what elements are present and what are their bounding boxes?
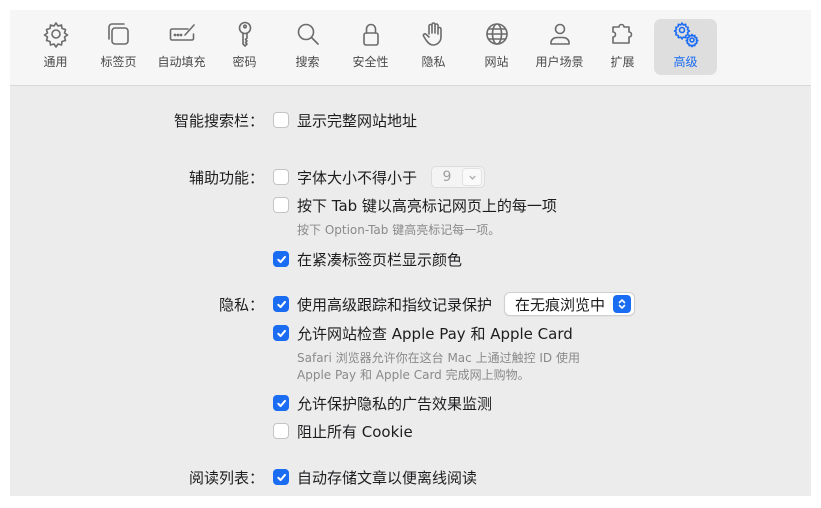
tab-advanced-label: 高级 (673, 55, 698, 69)
tab-passwords-label: 密码 (232, 55, 257, 69)
block-cookies-option[interactable]: 阻止所有 Cookie (273, 420, 413, 442)
preferences-toolbar: 通用 标签页 自动填充 密码 搜索 安全性 隐私 网站 用户场景 扩展 高级 (10, 10, 811, 86)
tab-autofill-label: 自动填充 (157, 55, 206, 69)
checkmark-icon (276, 399, 286, 407)
tab-tabs-label: 标签页 (100, 55, 137, 69)
show-full-address-option[interactable]: 显示完整网站地址 (273, 109, 417, 131)
advanced-tracking-label: 使用高级跟踪和指纹记录保护 (297, 295, 493, 314)
advanced-tracking-option[interactable]: 使用高级跟踪和指纹记录保护 在无痕浏览中 (273, 292, 636, 316)
save-offline-option[interactable]: 自动存储文章以便离线阅读 (273, 466, 477, 488)
tab-profiles[interactable]: 用户场景 (528, 19, 591, 75)
compact-color-option[interactable]: 在紧凑标签页栏显示颜色 (273, 248, 462, 270)
person-icon (544, 19, 576, 49)
tab-highlight-option[interactable]: 按下 Tab 键以高亮标记网页上的每一项 (273, 194, 557, 216)
checkmark-icon (276, 255, 286, 263)
apple-pay-note-line-2: Apple Pay 和 Apple Card 完成网上购物。 (297, 368, 530, 382)
tab-advanced[interactable]: 高级 (654, 19, 717, 75)
apple-pay-note-line-1: Safari 浏览器允许你在这台 Mac 上通过触控 ID 使用 (297, 351, 580, 365)
save-offline-checkbox[interactable] (273, 469, 289, 485)
ad-measurement-option[interactable]: 允许保护隐私的广告效果监测 (273, 392, 492, 414)
tab-profiles-label: 用户场景 (535, 55, 584, 69)
chevron-down-icon (462, 168, 483, 186)
min-font-label: 字体大小不得小于 (297, 168, 418, 187)
accessibility-label: 辅助功能： (188, 169, 264, 187)
compact-color-checkbox[interactable] (273, 251, 289, 267)
show-full-address-label: 显示完整网站地址 (297, 111, 418, 130)
tab-search[interactable]: 搜索 (276, 19, 339, 75)
block-cookies-label: 阻止所有 Cookie (297, 422, 413, 441)
apple-pay-option[interactable]: 允许网站检查 Apple Pay 和 Apple Card (273, 322, 573, 344)
updown-chevron-icon (613, 295, 632, 313)
show-full-address-checkbox[interactable] (273, 112, 289, 128)
tab-highlight-label: 按下 Tab 键以高亮标记网页上的每一项 (297, 196, 557, 215)
gears-icon (670, 19, 702, 49)
min-font-checkbox[interactable] (273, 169, 289, 185)
tab-privacy-label: 隐私 (421, 55, 446, 69)
advanced-tracking-checkbox[interactable] (273, 296, 289, 312)
apple-pay-checkbox[interactable] (273, 325, 289, 341)
min-font-option[interactable]: 字体大小不得小于 9 (273, 166, 486, 188)
tab-search-label: 搜索 (295, 55, 320, 69)
checkmark-icon (276, 473, 286, 481)
preferences-window: 通用 标签页 自动填充 密码 搜索 安全性 隐私 网站 用户场景 扩展 高级 智… (10, 10, 811, 496)
apple-pay-label: 允许网站检查 Apple Pay 和 Apple Card (297, 324, 573, 343)
checkmark-icon (276, 329, 286, 337)
search-icon (292, 19, 324, 49)
min-font-size-value: 9 (442, 169, 452, 185)
tracking-mode-value: 在无痕浏览中 (515, 295, 606, 314)
tab-websites[interactable]: 网站 (465, 19, 528, 75)
autofill-icon (166, 19, 198, 49)
lock-icon (355, 19, 387, 49)
block-cookies-checkbox[interactable] (273, 423, 289, 439)
smart-search-label: 智能搜索栏： (173, 112, 264, 130)
ad-measurement-checkbox[interactable] (273, 395, 289, 411)
tab-extensions[interactable]: 扩展 (591, 19, 654, 75)
tab-security-label: 安全性 (352, 55, 389, 69)
puzzle-icon (607, 19, 639, 49)
tracking-mode-popup[interactable]: 在无痕浏览中 (504, 292, 636, 316)
globe-icon (481, 19, 513, 49)
tab-extensions-label: 扩展 (610, 55, 635, 69)
min-font-size-select[interactable]: 9 (431, 166, 486, 188)
tab-autofill[interactable]: 自动填充 (150, 19, 213, 75)
tab-general-label: 通用 (43, 55, 68, 69)
advanced-settings-pane: 智能搜索栏： 显示完整网站地址 辅助功能： 字体大小不得小于 9 按下 Tab … (10, 87, 811, 496)
privacy-label: 隐私： (218, 296, 264, 314)
ad-measurement-label: 允许保护隐私的广告效果监测 (297, 394, 493, 413)
tab-privacy[interactable]: 隐私 (402, 19, 465, 75)
compact-color-label: 在紧凑标签页栏显示颜色 (297, 250, 463, 269)
tab-general[interactable]: 通用 (24, 19, 87, 75)
key-icon (229, 19, 261, 49)
reading-list-label: 阅读列表： (188, 469, 264, 487)
tab-security[interactable]: 安全性 (339, 19, 402, 75)
tab-highlight-note: 按下 Option-Tab 键高亮标记每一项。 (297, 223, 501, 237)
gear-icon (40, 19, 72, 49)
hand-icon (418, 19, 450, 49)
save-offline-label: 自动存储文章以便离线阅读 (297, 468, 478, 487)
tab-websites-label: 网站 (484, 55, 509, 69)
tab-highlight-checkbox[interactable] (273, 197, 289, 213)
tab-tabs[interactable]: 标签页 (87, 19, 150, 75)
tab-passwords[interactable]: 密码 (213, 19, 276, 75)
tabs-icon (103, 19, 135, 49)
checkmark-icon (276, 300, 286, 308)
